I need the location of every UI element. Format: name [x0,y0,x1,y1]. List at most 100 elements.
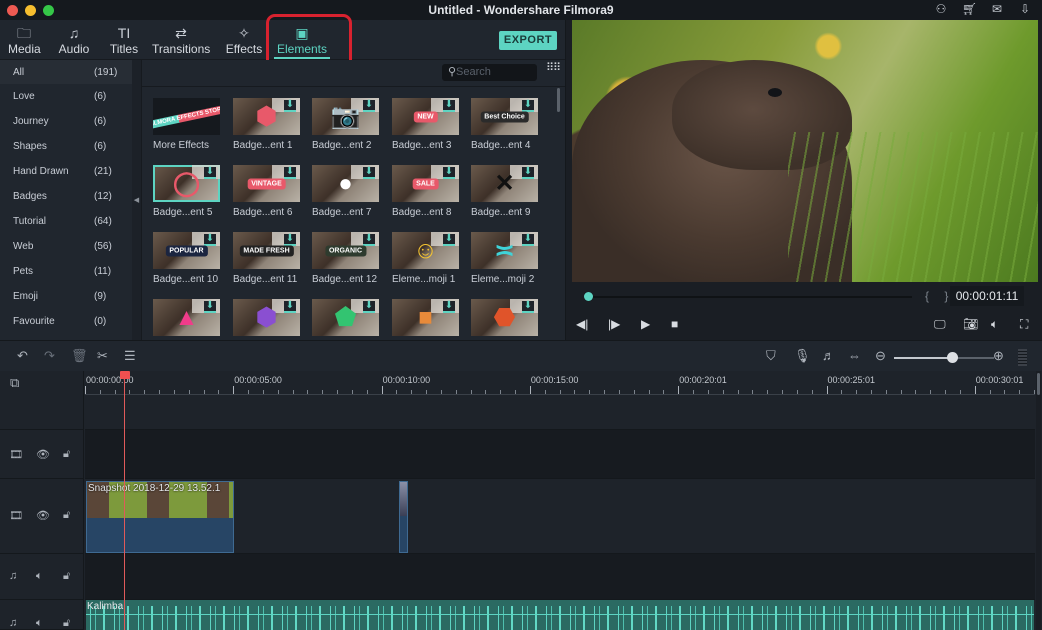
download-icon[interactable]: ⬇ [443,301,455,313]
adjust-button[interactable]: ☰ [124,348,136,364]
download-icon[interactable]: ⬇ [204,301,216,313]
element-thumbnail[interactable]: ⬇ Best Choice [471,98,538,135]
playhead-line[interactable] [124,378,125,630]
eye-icon[interactable]: 👁︎ [36,448,50,461]
download-icon[interactable]: ⬇ [363,167,375,179]
category-item[interactable]: Shapes (6) [0,135,132,159]
category-item[interactable]: Hand Drawn (21) [0,160,132,184]
record-voice-button[interactable]: 🎙︎ [794,348,811,364]
zoom-in-button[interactable]: ⊕ [993,348,1004,364]
zoom-out-button[interactable]: ⊖ [875,348,886,364]
eye-icon[interactable]: 👁︎ [36,509,50,522]
element-thumbnail[interactable]: ⬇ ORGANIC [312,232,379,269]
category-item[interactable]: Journey (6) [0,110,132,134]
element-thumbnail[interactable]: ⬇ ▲ [153,299,220,336]
element-thumbnail[interactable]: ⬇ ■ [392,299,459,336]
lock-open-icon[interactable]: 🔓︎ [63,570,70,583]
download-icon[interactable]: ⬇ [522,234,534,246]
prev-frame-button[interactable]: ◀| [576,317,588,331]
fullscreen-button[interactable]: ⛶ [1020,317,1028,332]
download-icon[interactable]: ⬇ [443,234,455,246]
tab-transitions[interactable]: ⇄ Transitions [152,24,210,56]
search-input[interactable]: ⚲ Search [442,64,537,81]
preview-scrubber[interactable] [586,296,912,298]
lock-open-icon[interactable]: 🔓︎ [63,509,70,522]
cart-icon[interactable]: 🛒︎ [962,2,977,16]
element-thumbnail[interactable]: ⬇ ☺ [392,232,459,269]
category-item[interactable]: Badges (12) [0,185,132,209]
speaker-icon[interactable]: 🔈︎ [36,570,43,583]
element-thumbnail[interactable]: ⬇ MADE FRESH [233,232,300,269]
element-thumbnail[interactable]: ⬇ ● [312,165,379,202]
render-settings-button[interactable]: 🖵 [934,317,946,332]
collapse-sidebar-handle[interactable]: ◀ [132,60,142,340]
category-item[interactable]: Favourite (0) [0,309,132,333]
download-icon[interactable]: ⬇ [284,301,296,313]
mail-icon[interactable]: ✉ [990,2,1004,16]
grid-view-button[interactable]: ⠿⠿ [546,63,561,74]
category-item[interactable]: Love (6) [0,85,132,109]
download-icon[interactable]: ⬇ [522,167,534,179]
fit-timeline-button[interactable]: ⇔ [848,348,861,363]
element-thumbnail[interactable]: ⬇ NEW [392,98,459,135]
timeline-ruler[interactable]: 00:00:00:00 00:00:05:00 00:00:10:00 00:00:1… [85,371,1036,395]
library-scrollbar[interactable] [557,88,560,112]
download-icon[interactable]: ⬇ [284,167,296,179]
scrollbar-thumb[interactable] [1037,373,1040,395]
lock-open-icon[interactable]: 🔓︎ [63,448,70,461]
category-item[interactable]: Web (56) [0,234,132,258]
download-icon[interactable]: ⬇ [204,167,216,179]
video-clip[interactable]: Snapshot 2018-12-29 13.52.1 [86,481,234,553]
redo-button[interactable]: ↷ [44,348,55,364]
category-item[interactable]: Tutorial (64) [0,209,132,233]
category-item[interactable]: All (191) [0,60,132,84]
download-icon[interactable]: ⬇ [443,100,455,112]
play-button[interactable]: ▶ [641,317,650,331]
zoom-slider-handle[interactable] [947,352,958,363]
element-thumbnail[interactable]: ⬇ ⬢ [233,98,300,135]
tab-audio[interactable]: ♫ Audio [58,24,90,56]
cut-button[interactable]: ✂ [97,348,108,364]
download-icon[interactable]: ⬇ [363,100,375,112]
delete-button[interactable]: 🗑︎ [71,348,88,364]
download-icon[interactable]: ⇩ [1018,2,1032,16]
volume-button[interactable]: 🔈︎ [991,317,998,332]
download-icon[interactable]: ⬇ [443,167,455,179]
playhead-handle[interactable] [120,371,130,379]
element-thumbnail[interactable]: ⬇ ◯ [153,165,220,202]
element-thumbnail[interactable]: ⬇ SALE [392,165,459,202]
element-thumbnail[interactable]: ⬇ POPULAR [153,232,220,269]
lock-open-icon[interactable]: 🔓︎ [63,617,70,630]
snapshot-button[interactable]: 📷︎ [963,317,978,331]
speaker-icon[interactable]: 🔈︎ [36,617,43,630]
category-item[interactable]: Emoji (9) [0,284,132,308]
element-thumbnail[interactable]: ⬇ ⬣ [471,299,538,336]
play-frame-button[interactable]: |▶ [608,317,620,331]
element-thumbnail[interactable]: ⬇ VINTAGE [233,165,300,202]
element-thumbnail[interactable]: ⬇ 📷 [312,98,379,135]
scrubber-handle[interactable] [584,292,593,301]
timeline-zoom-slider[interactable] [894,357,994,359]
marker-button[interactable]: ⛉ [766,348,776,364]
video-clip-small[interactable] [399,481,408,553]
element-thumbnail[interactable]: ⬇ ⬟ [312,299,379,336]
tab-media[interactable]: 🗀 Media [8,24,41,56]
audio-mixer-button[interactable]: ♬ [822,348,835,363]
download-icon[interactable]: ⬇ [522,301,534,313]
tab-effects[interactable]: ✧ Effects [224,24,264,56]
timeline-scrollbar[interactable] [1036,371,1041,630]
element-thumbnail[interactable]: ⬇ ⬢ [233,299,300,336]
undo-button[interactable]: ↶ [17,348,28,364]
stop-button[interactable]: ■ [671,317,678,331]
download-icon[interactable]: ⬇ [363,234,375,246]
add-track-icon[interactable]: ⧉ [10,375,19,391]
tab-titles[interactable]: TI Titles [108,24,140,56]
category-item[interactable]: Pets (11) [0,259,132,283]
element-thumbnail[interactable]: ⬇ ✕ [471,165,538,202]
export-button[interactable]: EXPORT [499,31,557,50]
download-icon[interactable]: ⬇ [284,100,296,112]
download-icon[interactable]: ⬇ [204,234,216,246]
element-thumbnail[interactable]: ⬇ ≍ [471,232,538,269]
download-icon[interactable]: ⬇ [363,301,375,313]
audio-clip[interactable]: Kalimba [86,600,1034,630]
